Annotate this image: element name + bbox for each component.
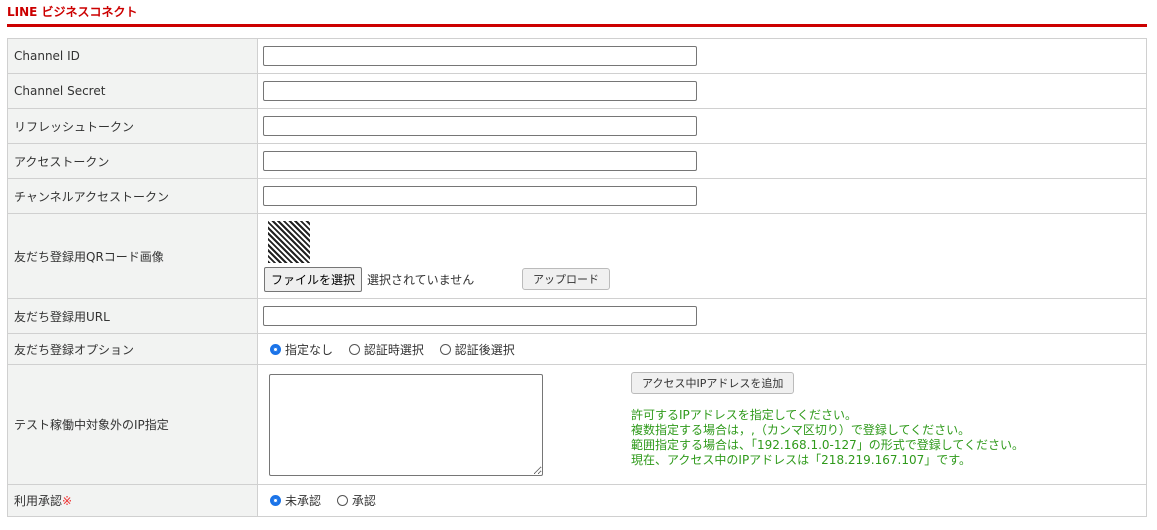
label: テスト稼働中対象外のIP指定 bbox=[7, 364, 258, 485]
radio-label: 認証後選択 bbox=[454, 342, 515, 357]
upload-button[interactable]: アップロード bbox=[522, 268, 611, 290]
label: リフレッシュトークン bbox=[7, 108, 258, 144]
note-line: 現在、アクセス中のIPアドレスは「218.219.167.107」です。 bbox=[631, 452, 972, 467]
label: Channel Secret bbox=[7, 73, 258, 109]
title-divider bbox=[7, 24, 1147, 27]
settings-form: Channel ID Channel Secret リフレッシュトークン アクセ… bbox=[7, 38, 1147, 517]
row-access-token: アクセストークン bbox=[7, 143, 1147, 179]
row-ip: テスト稼働中対象外のIP指定 アクセス中IPアドレスを追加 許可するIPアドレス… bbox=[7, 364, 1147, 485]
label: 友だち登録用QRコード画像 bbox=[7, 213, 258, 299]
radio-unchecked-icon[interactable] bbox=[336, 495, 348, 506]
radio-unapproved[interactable]: 未承認 bbox=[270, 492, 321, 509]
radio-label: 未承認 bbox=[285, 494, 322, 508]
row-approval: 利用承認※ 未承認 承認 bbox=[7, 484, 1147, 517]
row-channel-access-token: チャンネルアクセストークン bbox=[7, 178, 1147, 214]
radio-label: 認証時選択 bbox=[363, 342, 424, 357]
url-input[interactable] bbox=[263, 306, 697, 326]
file-status: 選択されていません bbox=[367, 272, 475, 287]
label: 友だち登録オプション bbox=[7, 333, 258, 365]
access-token-input[interactable] bbox=[263, 151, 697, 171]
label: Channel ID bbox=[7, 38, 258, 74]
radio-unchecked-icon[interactable] bbox=[348, 343, 360, 355]
radio-label: 指定なし bbox=[285, 342, 334, 357]
add-current-ip-button[interactable]: アクセス中IPアドレスを追加 bbox=[631, 371, 795, 394]
radio-label: 承認 bbox=[351, 494, 376, 508]
channel-access-token-input[interactable] bbox=[263, 186, 697, 206]
radio-none[interactable]: 指定なし bbox=[270, 341, 333, 358]
row-qr-image: 友だち登録用QRコード画像 ファイルを選択 選択されていません アップロード bbox=[7, 213, 1147, 299]
label: アクセストークン bbox=[7, 143, 258, 179]
label: 利用承認※ bbox=[7, 484, 258, 517]
refresh-token-input[interactable] bbox=[263, 116, 697, 136]
row-channel-secret: Channel Secret bbox=[7, 73, 1147, 109]
label: チャンネルアクセストークン bbox=[7, 178, 258, 214]
qr-code-image bbox=[268, 220, 310, 263]
radio-checked-icon[interactable] bbox=[270, 343, 281, 355]
channel-id-input[interactable] bbox=[263, 46, 697, 66]
note-line: 範囲指定する場合は、「192.168.1.0-127」の形式で登録してください。 bbox=[631, 437, 1025, 452]
note-line: 許可するIPアドレスを指定してください。 bbox=[631, 407, 858, 422]
ip-notes: 許可するIPアドレスを指定してください。 複数指定する場合は，,（カンマ区切り）… bbox=[631, 408, 1024, 468]
row-option: 友だち登録オプション 指定なし 認証時選択 認証後選択 bbox=[7, 333, 1147, 365]
channel-secret-input[interactable] bbox=[263, 81, 697, 101]
radio-on-auth[interactable]: 認証時選択 bbox=[348, 341, 424, 358]
required-mark: ※ bbox=[62, 494, 73, 508]
label-text: 利用承認 bbox=[14, 494, 63, 508]
row-channel-id: Channel ID bbox=[7, 38, 1147, 74]
choose-file-button[interactable]: ファイルを選択 bbox=[264, 266, 363, 292]
ip-textarea[interactable] bbox=[269, 373, 543, 476]
radio-approved[interactable]: 承認 bbox=[336, 492, 376, 509]
row-url: 友だち登録用URL bbox=[7, 298, 1147, 334]
label: 友だち登録用URL bbox=[7, 298, 258, 334]
radio-after-auth[interactable]: 認証後選択 bbox=[439, 341, 515, 358]
radio-unchecked-icon[interactable] bbox=[439, 343, 451, 355]
note-line: 複数指定する場合は，,（カンマ区切り）で登録してください。 bbox=[631, 422, 971, 437]
radio-checked-icon[interactable] bbox=[270, 495, 281, 506]
page-title: LINE ビジネスコネクト bbox=[7, 5, 138, 19]
row-refresh-token: リフレッシュトークン bbox=[7, 108, 1147, 144]
